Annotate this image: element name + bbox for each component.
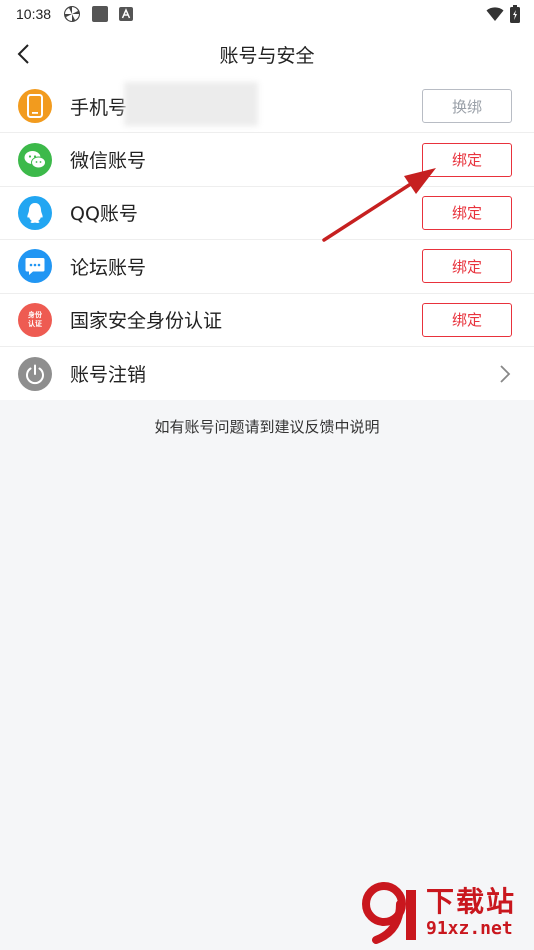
row-id-verification[interactable]: 身份 认证 国家安全身份认证 绑定 (0, 294, 534, 347)
power-icon (18, 356, 52, 391)
status-icons-left (63, 5, 134, 23)
pinwheel-icon (64, 6, 81, 22)
watermark: 下载站 91xz.net (362, 880, 530, 946)
row-label: QQ账号 (70, 203, 138, 226)
watermark-logo-icon (362, 882, 422, 944)
page-title: 账号与安全 (219, 44, 315, 67)
row-forum[interactable]: 论坛账号 绑定 (0, 240, 534, 294)
watermark-text: 下载站 91xz.net (426, 886, 516, 940)
row-qq[interactable]: QQ账号 绑定 (0, 187, 534, 241)
a-icon (119, 7, 134, 21)
row-label: 微信账号 (70, 150, 147, 173)
row-label: 账号注销 (70, 364, 147, 387)
phone-number-mask (124, 82, 258, 126)
watermark-url: 91xz.net (426, 918, 513, 939)
bind-qq-button[interactable]: 绑定 (422, 195, 512, 230)
id-icon-text: 身份 (28, 310, 42, 319)
battery-icon (510, 5, 520, 23)
id-verify-icon: 身份 认证 (18, 302, 52, 337)
phone-icon (18, 89, 52, 124)
bind-forum-button[interactable]: 绑定 (422, 249, 512, 284)
status-bar: 10:38 (0, 0, 534, 28)
settings-list: 手机号 换绑 微信账号 绑定 QQ账号 绑定 论坛账号 绑定 身份 认证 国家安… (0, 80, 534, 401)
header: 账号与安全 (0, 28, 534, 80)
chevron-left-icon (17, 44, 29, 64)
hint-text: 如有账号问题请到建议反馈中说明 (154, 418, 380, 436)
row-label: 国家安全身份认证 (70, 310, 223, 333)
row-account-cancel[interactable]: 账号注销 (0, 347, 534, 400)
row-wechat[interactable]: 微信账号 绑定 (0, 133, 534, 187)
row-phone[interactable]: 手机号 换绑 (0, 80, 534, 134)
chevron-right-icon (500, 365, 511, 383)
id-icon-text: 认证 (28, 319, 42, 328)
status-time: 10:38 (16, 6, 52, 22)
row-label: 手机号 (70, 96, 128, 119)
qq-icon (18, 195, 52, 230)
bind-wechat-button[interactable]: 绑定 (422, 142, 512, 177)
forum-chat-icon (18, 249, 52, 284)
wifi-icon (486, 7, 504, 21)
rebind-button[interactable]: 换绑 (422, 89, 512, 124)
wechat-icon (18, 142, 52, 177)
row-label: 论坛账号 (70, 256, 147, 279)
square-icon (92, 6, 109, 22)
watermark-title: 下载站 (426, 885, 517, 918)
back-button[interactable] (8, 36, 38, 72)
bind-id-button[interactable]: 绑定 (422, 302, 512, 337)
status-icons-right (486, 5, 520, 23)
